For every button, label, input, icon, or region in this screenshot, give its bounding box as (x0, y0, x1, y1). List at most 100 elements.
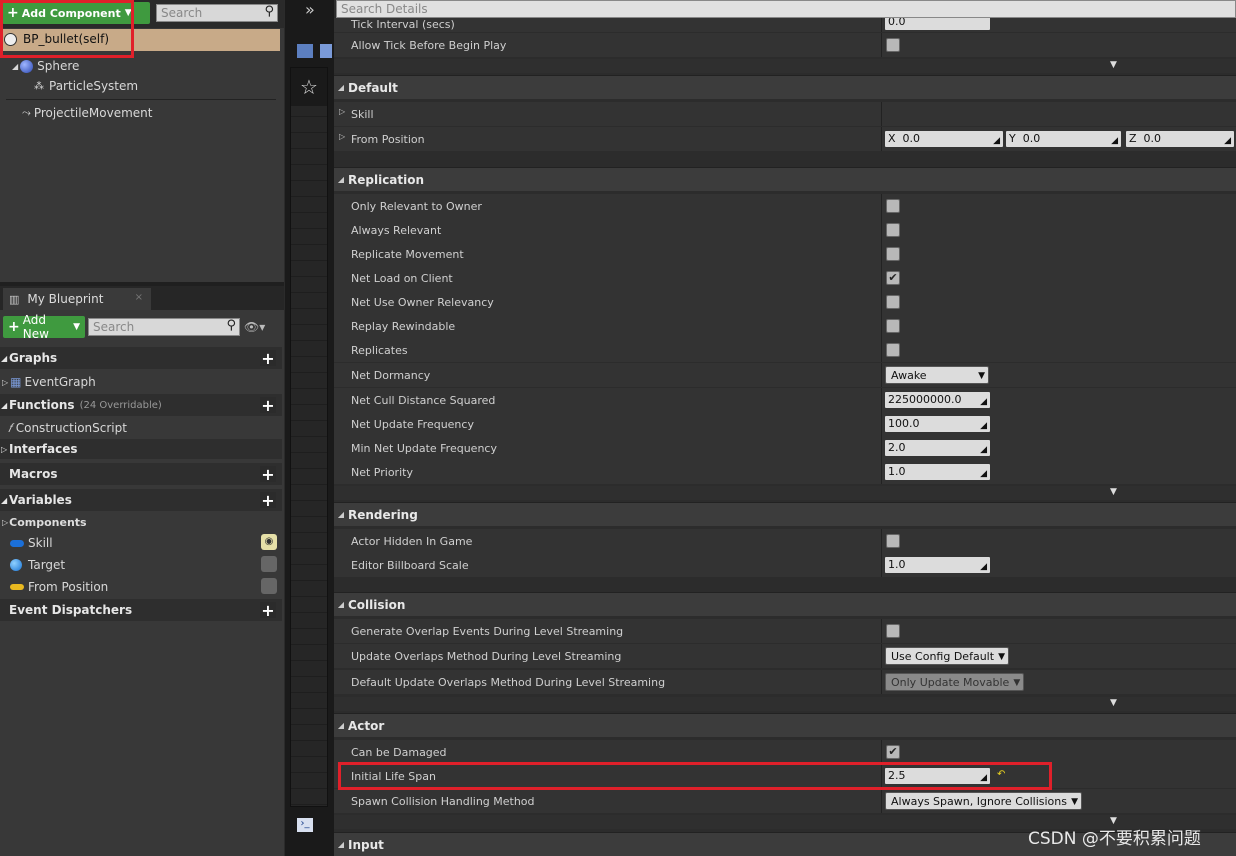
field-value: 100.0 (888, 417, 920, 430)
graph-tab-icon[interactable] (320, 44, 332, 58)
double-chevron-right-icon[interactable]: » (305, 0, 315, 19)
annotation-highlight (338, 762, 1052, 790)
graph-canvas-strip[interactable]: ☆ (290, 67, 328, 807)
replay-rewindable-checkbox[interactable] (886, 319, 900, 333)
field-value: 225000000.0 (888, 393, 962, 406)
section-graphs[interactable]: ◢ Graphs + (0, 347, 282, 369)
spawn-collision-dropdown[interactable]: Always Spawn, Ignore Collisions ▼ (885, 792, 1082, 810)
star-icon[interactable]: ☆ (291, 68, 327, 106)
search-icon: ⚲ (226, 318, 236, 333)
eye-hidden-icon[interactable] (261, 556, 277, 572)
add-new-button[interactable]: + Add New ▼ (3, 313, 85, 341)
expand-triangle-icon[interactable]: ▷ (339, 132, 345, 141)
spin-icon: ◢ (993, 136, 1000, 146)
net-dormancy-dropdown[interactable]: Awake ▼ (885, 366, 989, 384)
plus-icon: + (8, 319, 20, 335)
prop-always-relevant: Always Relevant (334, 218, 1236, 242)
console-icon[interactable]: ›_ (297, 818, 313, 832)
collapse-triangle-icon: ◢ (337, 840, 345, 849)
dropdown-value: Only Update Movable (891, 676, 1010, 689)
x-field[interactable]: X 0.0 ◢ (885, 131, 1003, 147)
replicates-checkbox[interactable] (886, 343, 900, 357)
net-load-checkbox[interactable]: ✔ (886, 271, 900, 285)
always-relevant-checkbox[interactable] (886, 223, 900, 237)
left-panel: + Add Component ▼ Search ⚲ BP_bullet(sel… (0, 0, 284, 856)
category-actor[interactable]: ◢ Actor (334, 713, 1236, 737)
category-collision[interactable]: ◢ Collision (334, 592, 1236, 616)
section-interfaces[interactable]: ▷ Interfaces (0, 439, 282, 459)
functions-count: (24 Overridable) (79, 399, 162, 411)
z-field[interactable]: Z 0.0 ◢ (1126, 131, 1234, 147)
search-icon: ⚲ (264, 4, 274, 19)
component-row-sphere[interactable]: ◢ Sphere (12, 58, 79, 74)
field-value: 1.0 (888, 558, 906, 571)
advanced-expander[interactable]: ▼ (334, 59, 1236, 73)
chevron-down-icon: ▼ (1110, 60, 1117, 70)
tab-my-blueprint[interactable]: ▥ My Blueprint × (3, 288, 151, 310)
tick-interval-field[interactable]: 0.0 (885, 18, 990, 30)
event-graph-item[interactable]: ▷ ▦ EventGraph (2, 374, 96, 390)
category-replication[interactable]: ◢ Replication (334, 167, 1236, 191)
add-function-button[interactable]: + (260, 396, 276, 415)
y-field[interactable]: Y 0.0 ◢ (1006, 131, 1121, 147)
section-functions[interactable]: ◢ Functions (24 Overridable) + (0, 394, 282, 416)
section-variables[interactable]: ◢ Variables + (0, 489, 282, 511)
annotation-highlight (0, 0, 134, 58)
add-macro-button[interactable]: + (260, 465, 276, 484)
prop-net-dormancy: Net Dormancy Awake ▼ (334, 363, 1236, 387)
variable-label: Skill (28, 536, 53, 550)
prop-billboard-scale: Editor Billboard Scale 1.0 ◢ (334, 553, 1236, 577)
collapse-triangle-icon: ◢ (1, 400, 8, 410)
variable-item[interactable]: Target (10, 557, 65, 573)
axis-label: Y (1009, 132, 1016, 145)
close-icon[interactable]: × (135, 292, 143, 303)
details-search-input[interactable]: Search Details (336, 0, 1236, 18)
prop-label: Net Dormancy (351, 368, 431, 382)
min-net-update-field[interactable]: 2.0 ◢ (885, 440, 990, 456)
expand-triangle-icon[interactable]: ▷ (339, 107, 345, 116)
viewport-icon[interactable] (297, 44, 313, 58)
eye-hidden-icon[interactable] (261, 578, 277, 594)
section-event-dispatchers[interactable]: Event Dispatchers + (0, 599, 282, 621)
component-row-particle[interactable]: ⁂ ParticleSystem (34, 78, 138, 94)
can-be-damaged-checkbox[interactable]: ✔ (886, 745, 900, 759)
category-rendering[interactable]: ◢ Rendering (334, 502, 1236, 526)
allow-tick-checkbox[interactable] (886, 38, 900, 52)
prop-label: Editor Billboard Scale (351, 558, 469, 572)
net-cull-field[interactable]: 225000000.0 ◢ (885, 392, 990, 408)
variables-components-group[interactable]: ▷ Components (2, 514, 87, 530)
update-overlaps-dropdown[interactable]: Use Config Default ▼ (885, 647, 1010, 665)
section-macros[interactable]: Macros + (0, 463, 282, 485)
category-default[interactable]: ◢ Default (334, 75, 1236, 99)
advanced-expander[interactable]: ▼ (334, 697, 1236, 711)
category-title: Replication (348, 172, 425, 187)
billboard-scale-field[interactable]: 1.0 ◢ (885, 557, 990, 573)
prop-label: Min Net Update Frequency (351, 441, 497, 455)
prop-label: Net Cull Distance Squared (351, 393, 496, 407)
add-dispatcher-button[interactable]: + (260, 601, 276, 620)
components-search-input[interactable]: Search ⚲ (156, 4, 278, 22)
variable-item[interactable]: From Position (10, 579, 108, 595)
construction-script-item[interactable]: 𝑓 ConstructionScript (8, 420, 127, 436)
category-title: Input (348, 837, 384, 852)
blueprint-search-input[interactable]: Search ⚲ (88, 318, 240, 336)
item-label: EventGraph (24, 375, 96, 389)
visibility-eye-icon[interactable]: 👁▾ (244, 320, 265, 334)
spin-icon: ◢ (980, 445, 987, 455)
component-row-projectile[interactable]: ⤳ ProjectileMovement (22, 105, 152, 121)
net-use-owner-checkbox[interactable] (886, 295, 900, 309)
prop-label: Tick Interval (secs) (351, 18, 455, 31)
only-relevant-checkbox[interactable] (886, 199, 900, 213)
replicate-movement-checkbox[interactable] (886, 247, 900, 261)
add-graph-button[interactable]: + (260, 349, 276, 368)
net-update-freq-field[interactable]: 100.0 ◢ (885, 416, 990, 432)
eye-visible-icon[interactable]: ◉ (261, 534, 277, 550)
actor-hidden-checkbox[interactable] (886, 534, 900, 548)
advanced-expander[interactable]: ▼ (334, 486, 1236, 500)
gen-overlap-checkbox[interactable] (886, 624, 900, 638)
net-priority-field[interactable]: 1.0 ◢ (885, 464, 990, 480)
variable-item[interactable]: Skill (10, 535, 53, 551)
add-variable-button[interactable]: + (260, 491, 276, 510)
prop-can-be-damaged: Can be Damaged ✔ (334, 740, 1236, 764)
chevron-down-icon: ▼ (73, 322, 80, 332)
